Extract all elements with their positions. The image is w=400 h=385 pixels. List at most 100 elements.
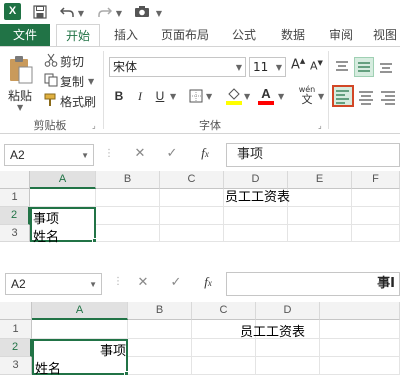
cell-a3[interactable]: 姓名	[35, 358, 61, 377]
phonetic-dropdown-icon[interactable]: ▼	[318, 92, 324, 101]
cell-e2[interactable]	[288, 207, 352, 225]
italic-button[interactable]: I	[131, 87, 149, 105]
cell-a1[interactable]	[32, 320, 128, 339]
cell-a3[interactable]: 姓名	[33, 226, 59, 245]
name-box[interactable]: A2 ▼	[4, 144, 94, 166]
row-header-2[interactable]: 2	[0, 207, 30, 225]
undo-dropdown-icon[interactable]: ▼	[77, 3, 85, 21]
cut-button[interactable]: 剪切	[60, 53, 84, 70]
redo-dropdown-icon[interactable]: ▼	[115, 3, 123, 21]
tab-data[interactable]: 数据	[275, 24, 311, 46]
cell-d2[interactable]	[224, 207, 288, 225]
column-header-b[interactable]: B	[128, 302, 192, 320]
paste-icon[interactable]	[8, 55, 34, 85]
column-header-d[interactable]: D	[224, 171, 288, 189]
enter-icon[interactable]: ✓	[168, 275, 184, 290]
name-box-dropdown-icon[interactable]: ▼	[81, 146, 89, 166]
save-icon[interactable]	[30, 3, 50, 21]
cell-c3[interactable]	[192, 357, 256, 375]
cell-d1[interactable]: 员工工资表	[224, 189, 290, 207]
tab-file[interactable]: 文件	[0, 24, 50, 46]
insert-function-icon[interactable]: fx	[199, 274, 217, 290]
column-header-e[interactable]: E	[288, 171, 352, 189]
font-color-button[interactable]: A	[258, 86, 274, 105]
cell-f1[interactable]	[352, 189, 400, 207]
row-header-1[interactable]: 1	[0, 320, 32, 339]
underline-dropdown-icon[interactable]: ▼	[170, 92, 176, 101]
enter-icon[interactable]: ✓	[164, 146, 180, 161]
column-header-c[interactable]: C	[192, 302, 256, 320]
redo-icon[interactable]	[96, 3, 114, 21]
select-all-corner[interactable]	[0, 302, 32, 320]
format-painter-icon[interactable]	[44, 93, 58, 107]
grow-font-button[interactable]: A▲	[291, 57, 305, 72]
cut-icon[interactable]	[44, 53, 58, 67]
column-header-a[interactable]: A	[30, 171, 96, 189]
cell-b3[interactable]	[96, 225, 160, 242]
phonetic-button[interactable]: wén 文	[297, 85, 317, 105]
column-header-b[interactable]: B	[96, 171, 160, 189]
font-size-dropdown-icon[interactable]: ▼	[276, 59, 282, 77]
cell-c1[interactable]	[160, 189, 224, 207]
fill-color-dropdown-icon[interactable]: ▼	[244, 92, 250, 101]
copy-button[interactable]: 复制	[60, 73, 84, 90]
cell-f3[interactable]	[352, 225, 400, 242]
cancel-icon[interactable]: ✕	[132, 146, 148, 161]
align-middle-icon[interactable]	[354, 57, 374, 77]
clipboard-launcher-icon[interactable]: ⌟	[92, 121, 96, 130]
cancel-icon[interactable]: ✕	[135, 275, 151, 290]
tab-home[interactable]: 开始	[56, 24, 100, 46]
align-center-icon[interactable]	[358, 89, 374, 105]
insert-function-icon[interactable]: fx	[196, 145, 214, 161]
column-header-e[interactable]	[320, 302, 400, 320]
font-size-select[interactable]: 11 ▼	[249, 57, 286, 77]
align-right-icon[interactable]	[380, 89, 396, 105]
name-box[interactable]: A2 ▼	[5, 273, 102, 295]
align-left-icon[interactable]	[332, 85, 354, 107]
row-header-2[interactable]: 2	[0, 339, 32, 357]
camera-icon[interactable]	[133, 3, 151, 21]
tab-review[interactable]: 审阅	[323, 24, 359, 46]
row-header-3[interactable]: 3	[0, 225, 30, 242]
font-name-select[interactable]: 宋体 ▼	[109, 57, 246, 77]
cell-c2[interactable]	[192, 339, 256, 357]
cell-b2[interactable]	[128, 339, 192, 357]
font-name-dropdown-icon[interactable]: ▼	[236, 59, 242, 77]
cell-e1[interactable]	[320, 320, 400, 339]
name-box-dropdown-icon[interactable]: ▼	[89, 275, 97, 295]
cell-c2[interactable]	[160, 207, 224, 225]
align-top-icon[interactable]	[334, 59, 350, 75]
borders-icon[interactable]	[189, 89, 203, 103]
format-painter-button[interactable]: 格式刷	[60, 93, 96, 110]
tab-view[interactable]: 视图	[370, 24, 400, 46]
cell-a1[interactable]	[30, 189, 96, 207]
cell-b1[interactable]	[96, 189, 160, 207]
fill-color-icon[interactable]	[226, 87, 242, 105]
cell-d3[interactable]	[256, 357, 320, 375]
shrink-font-button[interactable]: A▼	[310, 59, 323, 73]
column-header-c[interactable]: C	[160, 171, 224, 189]
formula-input[interactable]: 事项	[226, 143, 400, 167]
formula-input[interactable]: 事I	[226, 272, 400, 296]
bold-button[interactable]: B	[110, 87, 128, 105]
customize-qat-icon[interactable]: ▼	[155, 3, 163, 21]
cell-e3[interactable]	[288, 225, 352, 242]
cell-e2[interactable]	[320, 339, 400, 357]
cell-d3[interactable]	[224, 225, 288, 242]
underline-button[interactable]: U	[151, 87, 169, 105]
cell-b1[interactable]	[128, 320, 192, 339]
cell-b2[interactable]	[96, 207, 160, 225]
copy-dropdown-icon[interactable]: ▼	[88, 77, 94, 86]
borders-dropdown-icon[interactable]: ▼	[206, 92, 212, 101]
cell-e1[interactable]	[288, 189, 352, 207]
paste-dropdown-icon[interactable]: ▼	[17, 103, 23, 112]
row-header-3[interactable]: 3	[0, 357, 32, 375]
cell-e3[interactable]	[320, 357, 400, 375]
column-header-d[interactable]: D	[256, 302, 320, 320]
column-header-f[interactable]: F	[352, 171, 400, 189]
tab-insert[interactable]: 插入	[108, 24, 144, 46]
font-launcher-icon[interactable]: ⌟	[318, 121, 322, 130]
font-color-dropdown-icon[interactable]: ▼	[278, 92, 284, 101]
row-header-1[interactable]: 1	[0, 189, 30, 207]
tab-page-layout[interactable]: 页面布局	[156, 24, 214, 46]
